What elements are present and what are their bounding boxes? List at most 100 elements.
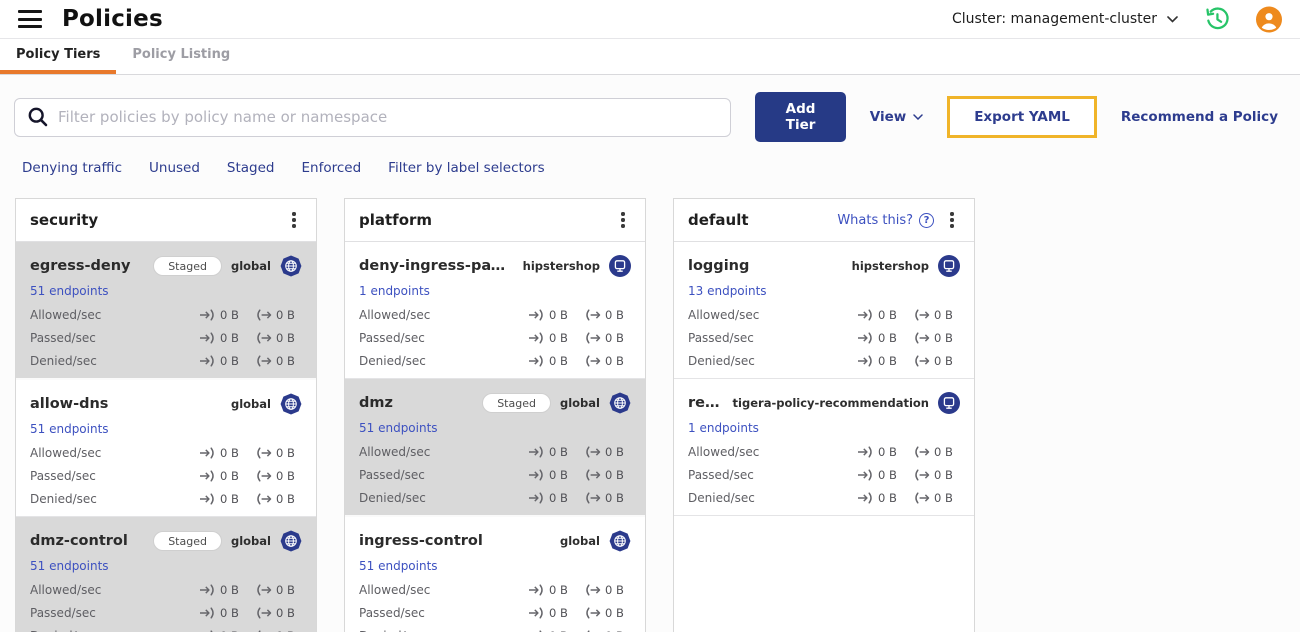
ingress-icon (528, 355, 545, 367)
policy-name[interactable]: deny-ingress-paymentservi… (359, 258, 514, 274)
add-tier-button[interactable]: Add Tier (755, 92, 846, 142)
metric-ingress-value: 0 B (878, 491, 897, 505)
view-dropdown-label: View (869, 109, 907, 125)
metric-row: Allowed/sec 0 B 0 B (30, 308, 302, 322)
endpoints-link[interactable]: 51 endpoints (359, 421, 438, 435)
filter-denying-traffic[interactable]: Denying traffic (22, 160, 122, 176)
menu-icon[interactable] (18, 10, 42, 28)
cluster-selector[interactable]: Cluster: management-cluster (952, 11, 1178, 27)
tier-column-default: default Whats this?? logging hipstershop 13 … (673, 198, 975, 632)
policy-name[interactable]: dmz-control (30, 533, 144, 549)
ingress-icon (857, 309, 874, 321)
endpoints-link[interactable]: 51 endpoints (30, 422, 109, 436)
metric-label: Passed/sec (30, 606, 96, 620)
metric-egress-value: 0 B (605, 606, 624, 620)
metric-ingress-value: 0 B (220, 446, 239, 460)
endpoints-link[interactable]: 51 endpoints (30, 284, 109, 298)
metric-label: Passed/sec (359, 331, 425, 345)
metric-egress-value: 0 B (276, 606, 295, 620)
filter-staged[interactable]: Staged (227, 160, 275, 176)
endpoints-link[interactable]: 51 endpoints (30, 559, 109, 573)
policy-scope-label: tigera-policy-recommendation (732, 396, 929, 410)
policy-card-ingress-control[interactable]: ingress-control global 51 endpoints Allowed… (345, 517, 645, 632)
policy-name[interactable]: logging (688, 258, 843, 274)
egress-icon (913, 309, 930, 321)
tier-header: default Whats this?? (674, 199, 974, 242)
globe-scope-icon (609, 530, 631, 552)
endpoints-link[interactable]: 1 endpoints (688, 421, 759, 435)
metric-ingress-value: 0 B (220, 583, 239, 597)
ingress-icon (528, 607, 545, 619)
tab-policy-tiers[interactable]: Policy Tiers (0, 39, 117, 74)
metric-label: Passed/sec (359, 606, 425, 620)
policy-card-dmz[interactable]: dmz Staged global 51 endpoints Allowed/sec 0 … (345, 379, 645, 517)
ingress-icon (528, 469, 545, 481)
tier-menu-kebab-icon[interactable] (615, 211, 631, 229)
policy-name[interactable]: allow-dns (30, 396, 222, 412)
policy-search[interactable] (14, 97, 732, 137)
filter-unused[interactable]: Unused (149, 160, 200, 176)
export-yaml-button[interactable]: Export YAML (974, 109, 1070, 125)
metric-label: Allowed/sec (688, 308, 760, 322)
metric-row: Allowed/sec 0 B 0 B (30, 446, 302, 460)
metric-ingress-value: 0 B (878, 445, 897, 459)
policy-card-dmz-control[interactable]: dmz-control Staged global 51 endpoints Allow… (16, 517, 316, 632)
ingress-icon (199, 470, 216, 482)
metric-egress-value: 0 B (276, 354, 295, 368)
policy-name[interactable]: ingress-control (359, 533, 551, 549)
metric-egress-value: 0 B (934, 308, 953, 322)
user-avatar-icon[interactable] (1256, 6, 1282, 32)
egress-icon (584, 492, 601, 504)
metric-egress-value: 0 B (276, 331, 295, 345)
history-icon[interactable] (1204, 6, 1230, 32)
filter-enforced[interactable]: Enforced (302, 160, 362, 176)
policy-card-logging[interactable]: logging hipstershop 13 endpoints Allowed/se… (674, 242, 974, 379)
policy-name[interactable]: egress-deny (30, 258, 144, 274)
metric-egress-value: 0 B (605, 468, 624, 482)
policy-name[interactable]: dmz (359, 395, 473, 411)
metric-ingress-value: 0 B (549, 606, 568, 620)
metric-ingress-value: 0 B (878, 354, 897, 368)
app-header: Policies Cluster: management-cluster (0, 0, 1300, 39)
policy-card-deny-ingress-paymentservi[interactable]: deny-ingress-paymentservi… hipstershop 1 e… (345, 242, 645, 379)
search-icon (28, 107, 48, 127)
ingress-icon (528, 584, 545, 596)
policy-scope-label: global (230, 534, 271, 548)
metric-label: Allowed/sec (688, 445, 760, 459)
question-circle-icon: ? (919, 212, 934, 228)
ingress-icon (857, 469, 874, 481)
egress-icon (255, 584, 272, 596)
endpoints-link[interactable]: 13 endpoints (688, 284, 767, 298)
chevron-down-icon (1167, 15, 1178, 23)
recommend-policy-button[interactable]: Recommend a Policy (1121, 109, 1278, 125)
egress-icon (584, 607, 601, 619)
tier-menu-kebab-icon[interactable] (944, 211, 960, 229)
egress-icon (913, 446, 930, 458)
egress-icon (584, 355, 601, 367)
ingress-icon (528, 309, 545, 321)
ingress-icon (199, 447, 216, 459)
policy-name[interactable]: restricted (688, 395, 724, 411)
metric-ingress-value: 0 B (878, 468, 897, 482)
tier-name: default (688, 211, 749, 229)
policy-scope-label: global (230, 397, 271, 411)
policy-card-egress-deny[interactable]: egress-deny Staged global 51 endpoints Allow… (16, 242, 316, 380)
endpoints-link[interactable]: 51 endpoints (359, 559, 438, 573)
view-dropdown[interactable]: View (870, 109, 923, 125)
egress-icon (913, 469, 930, 481)
policy-card-restricted[interactable]: restricted tigera-policy-recommendation 1 … (674, 379, 974, 516)
tab-policy-listing[interactable]: Policy Listing (116, 39, 246, 74)
metric-row: Allowed/sec 0 B 0 B (359, 583, 631, 597)
namespace-scope-icon (938, 392, 960, 414)
filter-by-label-selectors[interactable]: Filter by label selectors (388, 160, 544, 176)
ingress-icon (528, 446, 545, 458)
tier-help-link[interactable]: Whats this?? (837, 212, 934, 228)
metric-egress-value: 0 B (934, 468, 953, 482)
metric-label: Denied/sec (30, 354, 97, 368)
export-yaml-highlight: Export YAML (947, 96, 1097, 138)
endpoints-link[interactable]: 1 endpoints (359, 284, 430, 298)
metric-label: Passed/sec (688, 468, 754, 482)
tier-menu-kebab-icon[interactable] (286, 211, 302, 229)
search-input[interactable] (58, 108, 719, 126)
policy-card-allow-dns[interactable]: allow-dns global 51 endpoints Allowed/sec 0 … (16, 380, 316, 517)
